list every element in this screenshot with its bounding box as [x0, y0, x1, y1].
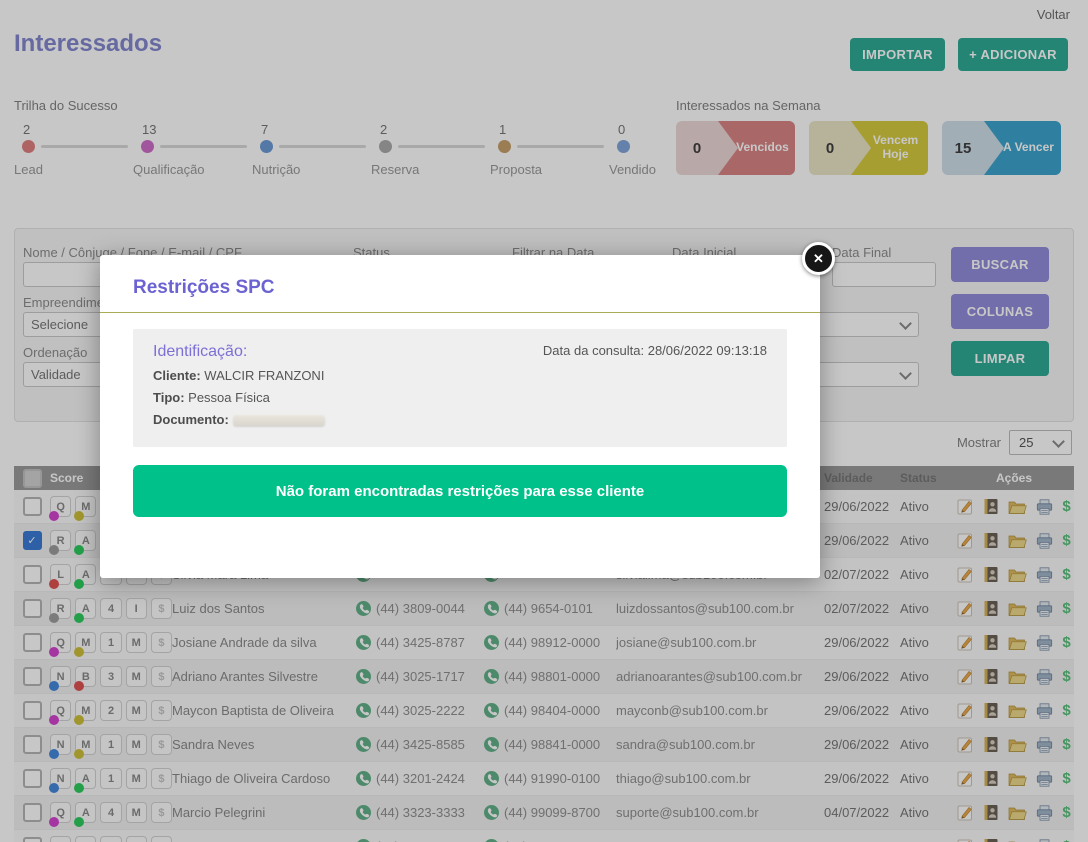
- identification-title: Identificação:: [153, 343, 247, 361]
- modal-divider: [100, 312, 820, 313]
- close-icon[interactable]: ✕: [802, 242, 835, 275]
- type-line: Tipo: Pessoa Física: [153, 390, 767, 405]
- modal-title: Restrições SPC: [133, 277, 787, 299]
- interessados-page: Voltar Interessados IMPORTAR + ADICIONAR…: [0, 0, 1088, 842]
- no-restrictions-banner: Não foram encontradas restrições para es…: [133, 465, 787, 517]
- consult-date: Data da consulta: 28/06/2022 09:13:18: [543, 343, 767, 358]
- redacted-document-value: [233, 415, 325, 426]
- client-line: Cliente: WALCIR FRANZONI: [153, 368, 767, 383]
- spc-modal: ✕ Restrições SPC Identificação: Data da …: [100, 255, 820, 578]
- document-line: Documento:: [153, 412, 767, 427]
- identification-panel: Identificação: Data da consulta: 28/06/2…: [133, 329, 787, 447]
